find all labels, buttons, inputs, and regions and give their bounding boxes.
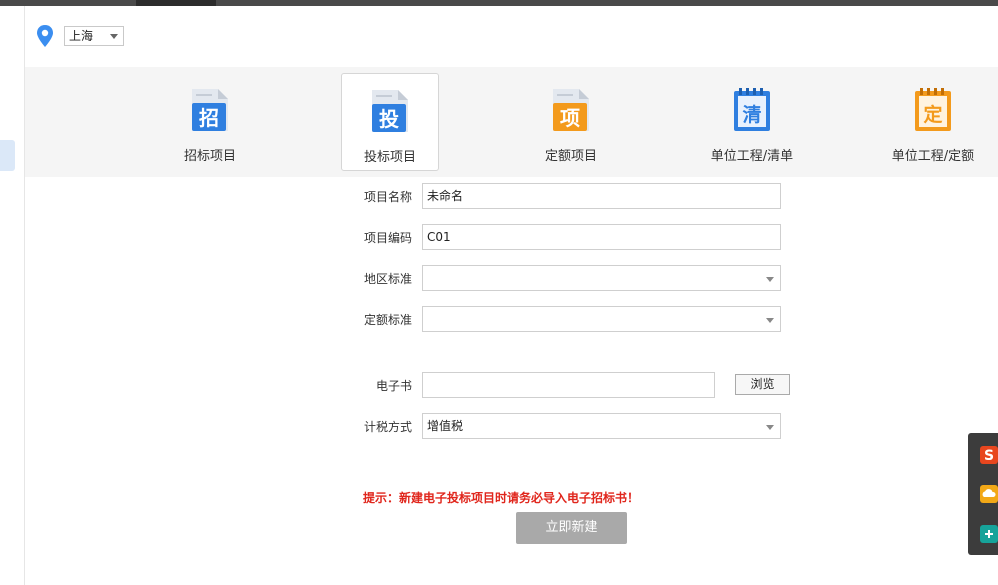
- chevron-down-icon: [110, 34, 118, 39]
- project-code-input[interactable]: C01: [422, 224, 781, 250]
- type-card-bid-invitation[interactable]: 招 招标项目: [161, 73, 259, 171]
- ebook-path-input[interactable]: [422, 372, 715, 398]
- ebook-row: 电子书: [344, 372, 715, 398]
- unit-bill-notebook-icon: 清: [734, 88, 770, 131]
- quota-project-document-icon: 项: [553, 89, 589, 131]
- type-card-unit-quota[interactable]: 定 单位工程/定额: [884, 73, 982, 171]
- type-glyph: 清: [742, 103, 761, 126]
- type-glyph: 招: [199, 106, 219, 130]
- floating-side-toolbar: S: [968, 433, 998, 555]
- create-now-button[interactable]: 立即新建: [516, 512, 627, 544]
- location-pin-icon: [37, 25, 53, 47]
- project-type-bar: 招 招标项目 投 投标项目 项 定额项目 清 单位工程/清单 定 单位工程/定额: [25, 67, 998, 177]
- region-standard-select[interactable]: [422, 265, 781, 291]
- type-label: 定额项目: [544, 149, 597, 164]
- project-name-row: 项目名称 未命名: [344, 183, 781, 209]
- bid-submission-document-icon: 投: [372, 90, 408, 132]
- location-row: 上海: [36, 24, 124, 48]
- sidebar-toggle-handle[interactable]: [0, 140, 15, 171]
- city-select-value: 上海: [69, 29, 94, 43]
- chevron-down-icon: [766, 318, 774, 323]
- city-select[interactable]: 上海: [64, 26, 124, 46]
- project-name-input[interactable]: 未命名: [422, 183, 781, 209]
- tax-method-row: 计税方式 增值税: [344, 413, 781, 439]
- quota-standard-select[interactable]: [422, 306, 781, 332]
- chevron-down-icon: [766, 277, 774, 282]
- project-name-label: 项目名称: [363, 189, 412, 204]
- title-bar: [0, 0, 998, 6]
- type-card-unit-bill[interactable]: 清 单位工程/清单: [703, 73, 801, 171]
- tax-method-value: 增值税: [427, 419, 464, 433]
- type-label: 单位工程/清单: [710, 149, 794, 164]
- tax-method-select[interactable]: 增值税: [422, 413, 781, 439]
- quota-standard-label: 定额标准: [363, 312, 412, 327]
- import-hint-text: 提示：新建电子投标项目时请务必导入电子招标书！: [363, 491, 640, 505]
- bid-invitation-document-icon: 招: [192, 89, 228, 131]
- left-rail: [0, 6, 25, 585]
- project-code-label: 项目编码: [363, 230, 412, 245]
- ebook-label: 电子书: [375, 378, 412, 393]
- type-card-bid-submission[interactable]: 投 投标项目: [341, 73, 439, 171]
- type-label: 招标项目: [183, 149, 236, 164]
- svg-text:S: S: [984, 448, 994, 464]
- active-window-tab[interactable]: [136, 0, 216, 6]
- type-label: 投标项目: [363, 150, 416, 165]
- region-standard-row: 地区标准: [344, 265, 781, 291]
- type-glyph: 定: [923, 103, 942, 126]
- type-glyph: 项: [560, 106, 580, 130]
- type-glyph: 投: [379, 107, 399, 131]
- teal-app-icon[interactable]: [980, 525, 998, 543]
- tax-method-label: 计税方式: [363, 419, 412, 434]
- sogou-s-icon[interactable]: S: [980, 446, 998, 464]
- browse-button[interactable]: 浏览: [735, 374, 790, 395]
- type-label: 单位工程/定额: [891, 149, 975, 164]
- region-standard-label: 地区标准: [363, 271, 412, 286]
- quota-standard-row: 定额标准: [344, 306, 781, 332]
- chevron-down-icon: [766, 425, 774, 430]
- project-code-row: 项目编码 C01: [344, 224, 781, 250]
- unit-quota-notebook-icon: 定: [915, 88, 951, 131]
- cloud-sync-icon[interactable]: [980, 485, 998, 503]
- type-card-quota-project[interactable]: 项 定额项目: [522, 73, 620, 171]
